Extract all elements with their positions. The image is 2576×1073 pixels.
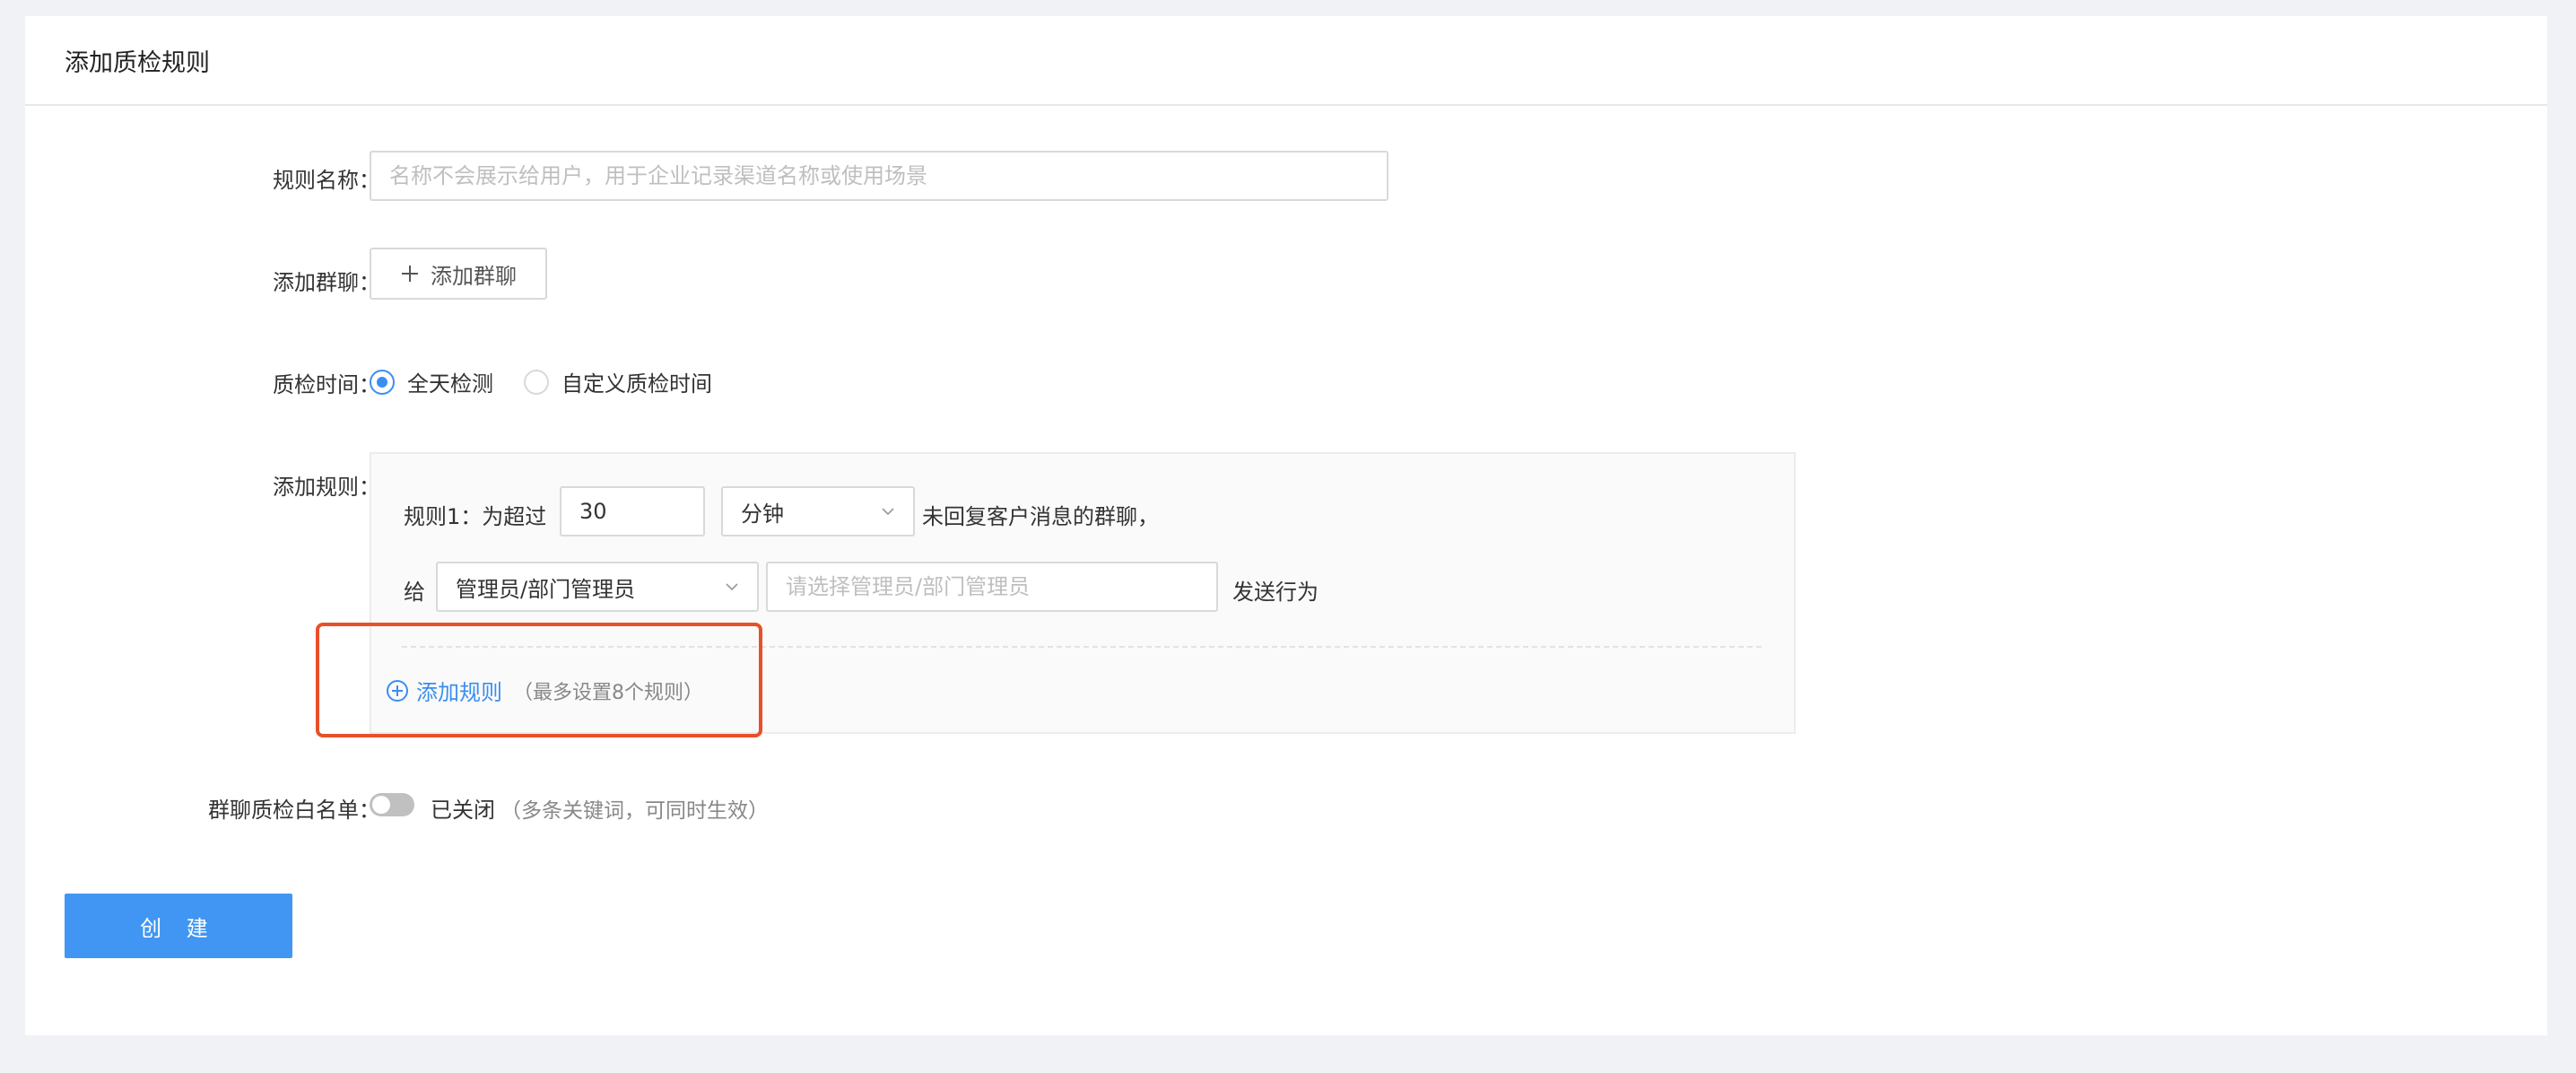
add-group-chat-button[interactable]: 添加群聊 [370,248,547,300]
group-chat-label: 添加群聊 [273,265,380,296]
rule1-prefix: 规则1：为超过 [404,504,547,529]
whitelist-status: 已关闭 [431,798,495,823]
recipient-type-select[interactable]: 管理员/部门管理员 [436,562,759,612]
chevron-down-icon [726,583,738,591]
rule1-suffix: 未回复客户消息的群聊， [922,504,1159,529]
radio-all-day-dot[interactable] [370,369,395,395]
radio-all-day-label: 全天检测 [407,371,493,397]
rule1-give-label: 给 [404,580,425,605]
whitelist-toggle[interactable] [370,793,414,816]
rule1-unit-select[interactable]: 分钟 [721,486,915,536]
rules-label: 添加规则 [273,469,380,501]
page-title: 添加质检规则 [65,48,210,77]
add-group-chat-label: 添加群聊 [431,263,517,289]
whitelist-hint: （多条关键词，可同时生效） [500,799,769,823]
plus-icon [402,266,418,282]
radio-all-day[interactable]: 全天检测 [370,366,493,397]
rule1-minutes-input[interactable] [560,486,705,536]
radio-custom-time-dot[interactable] [524,369,549,395]
rule1-unit-value: 分钟 [741,501,784,527]
rule-name-label: 规则名称 [273,162,380,194]
rule1-action-label: 发送行为 [1232,580,1318,605]
recipient-input[interactable] [766,562,1218,612]
create-button[interactable]: 创 建 [65,894,292,958]
whitelist-label: 群聊质检白名单 [208,792,380,824]
rule-name-input[interactable] [370,151,1388,201]
card-header: 添加质检规则 [25,16,2547,106]
radio-custom-time-label: 自定义质检时间 [561,371,712,397]
highlight-box [316,623,762,737]
chevron-down-icon [882,508,894,516]
radio-custom-time[interactable]: 自定义质检时间 [524,366,712,397]
recipient-type-value: 管理员/部门管理员 [456,576,636,602]
check-time-label: 质检时间 [273,367,380,398]
